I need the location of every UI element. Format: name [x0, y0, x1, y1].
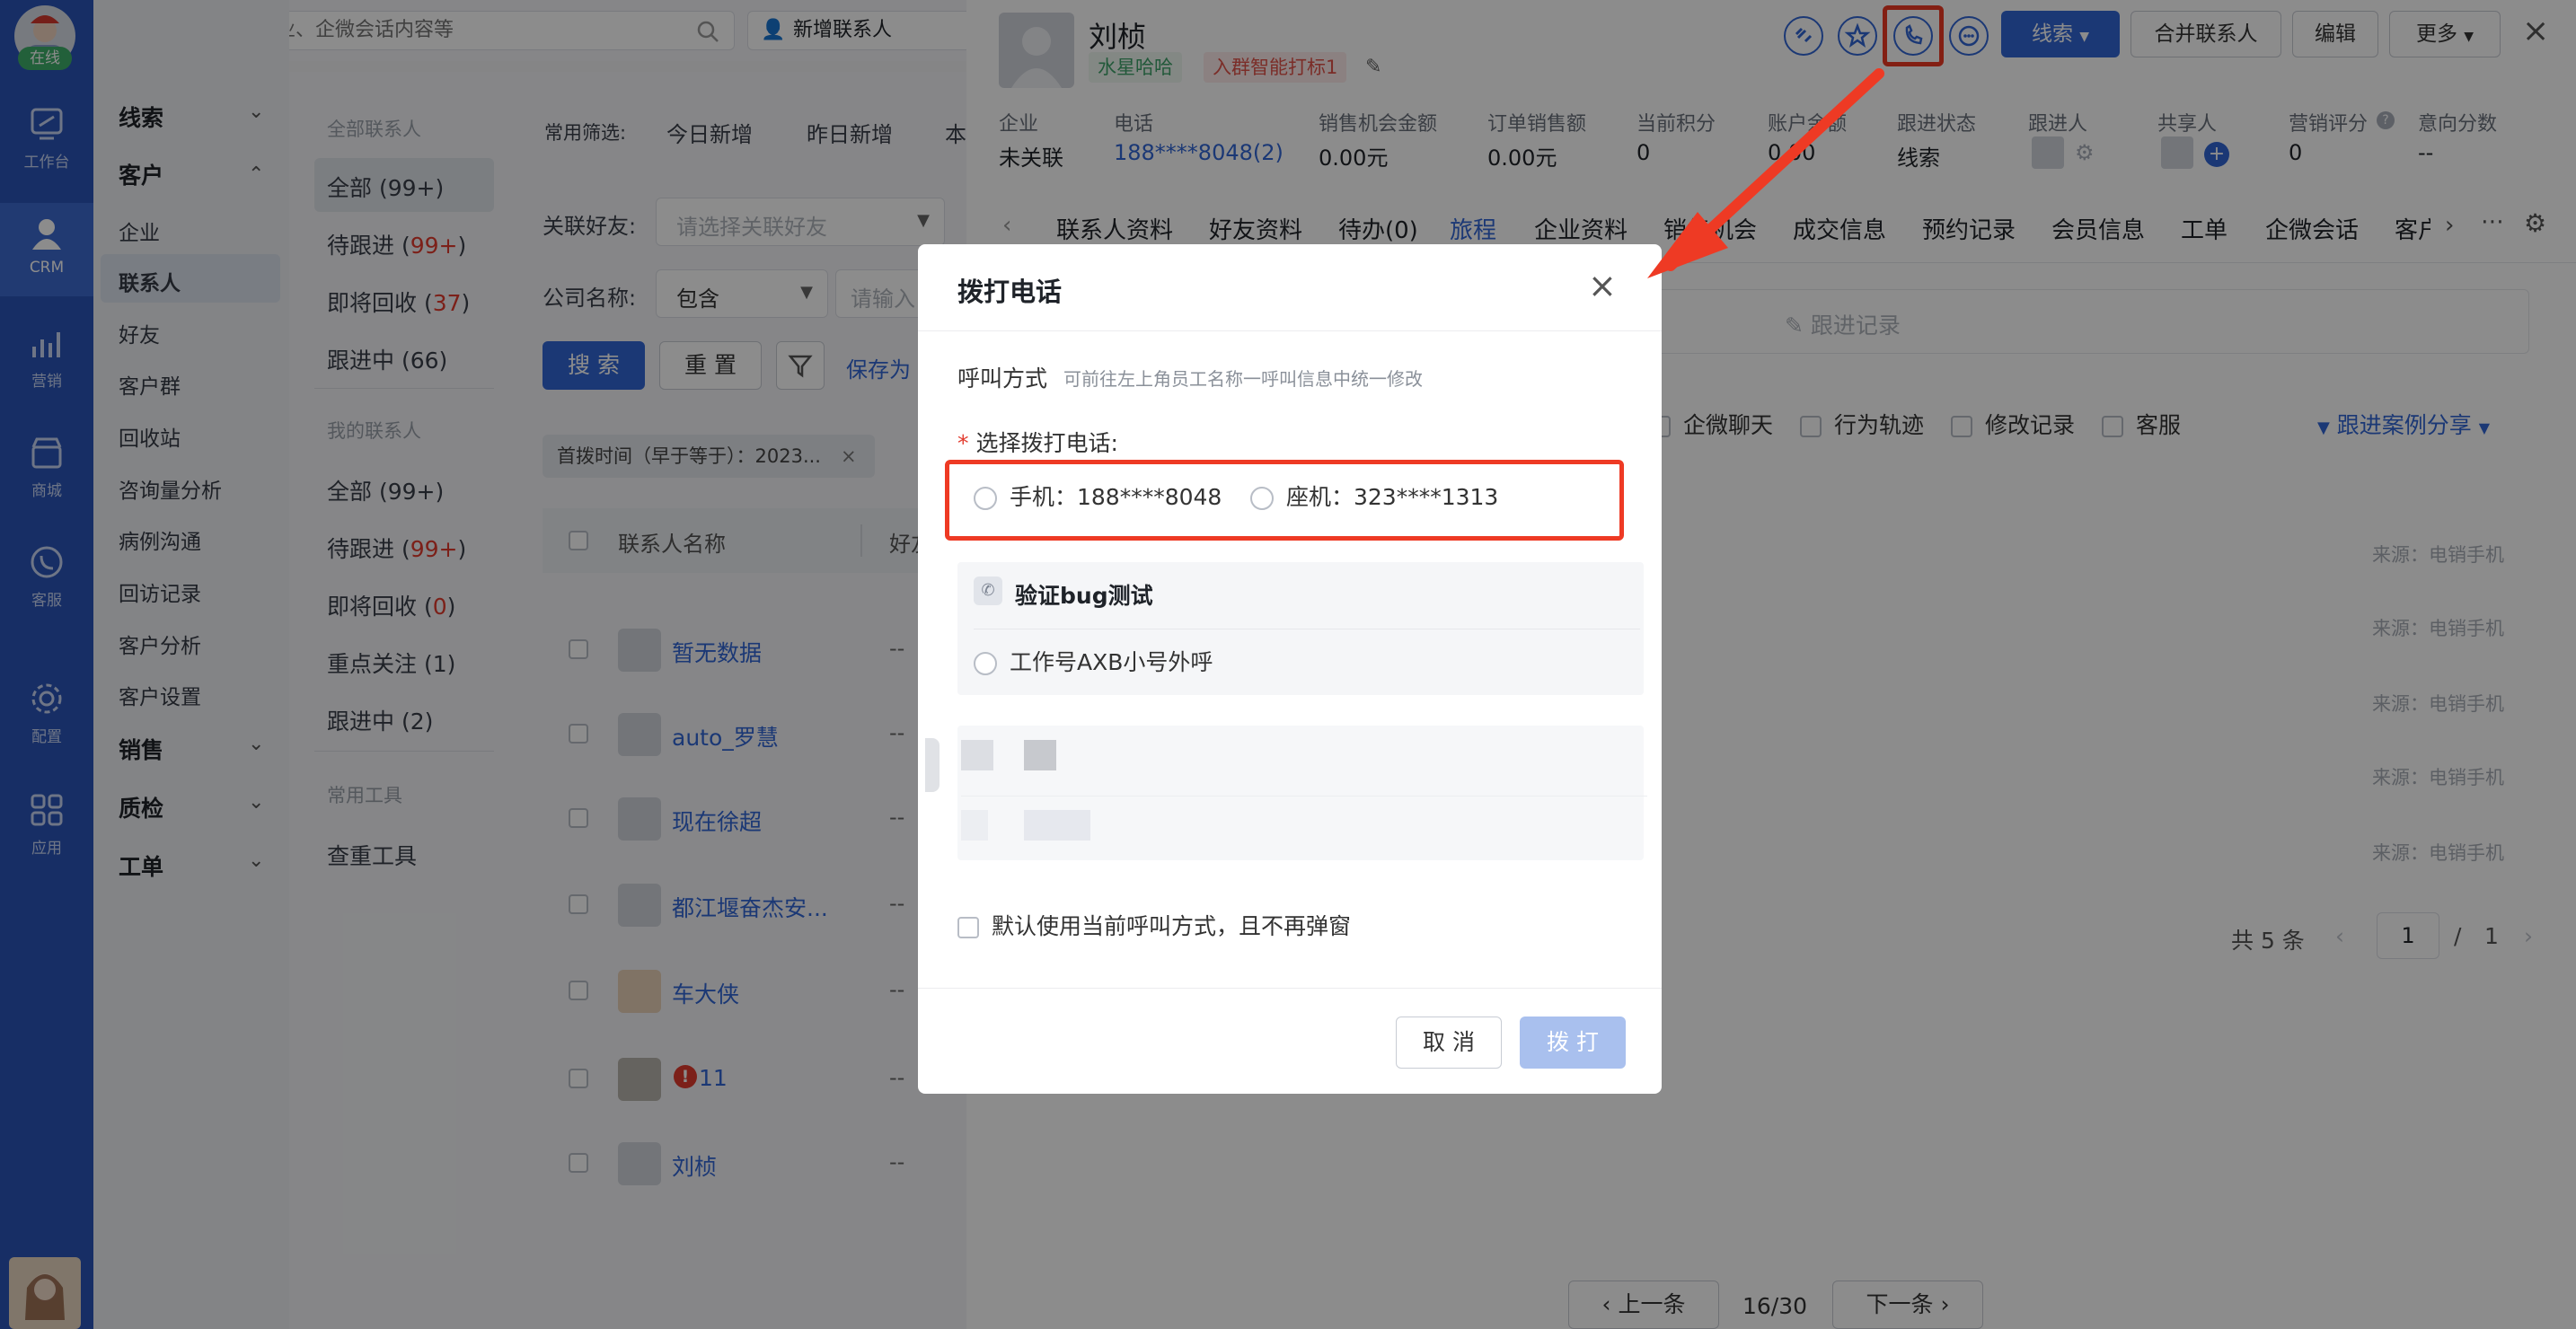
red-arrow-annotation [1647, 68, 1884, 278]
blurred-handle [925, 738, 940, 792]
blurred-block [1024, 810, 1090, 841]
radio-axb[interactable]: 工作号AXB小号外呼 [974, 645, 1213, 677]
highlight-phone-options-box [945, 460, 1624, 541]
blurred-block [961, 810, 988, 841]
divider [918, 988, 1662, 989]
checkbox[interactable] [957, 917, 979, 938]
select-phone-label: * 选择拨打电话: [957, 426, 1118, 458]
close-icon[interactable]: × [1588, 266, 1617, 305]
radio-axb-label: 工作号AXB小号外呼 [1010, 649, 1213, 675]
dialog-title: 拨打电话 [957, 277, 1063, 307]
dial-button[interactable]: 拨 打 [1520, 1017, 1626, 1069]
blurred-block [1024, 740, 1056, 770]
required-mark: * [957, 430, 969, 456]
call-mode-hint: 可前往左上角员工名称一呼叫信息中统一修改 [1063, 368, 1423, 390]
dial-dialog: 拨打电话 × 呼叫方式 可前往左上角员工名称一呼叫信息中统一修改 * 选择拨打电… [918, 244, 1662, 1094]
default-mode-label: 默认使用当前呼叫方式，且不再弹窗 [992, 913, 1352, 939]
divider [918, 330, 1662, 331]
blurred-section [957, 726, 1647, 860]
divider [961, 796, 1647, 797]
call-route-title: 验证bug测试 [1015, 583, 1153, 609]
call-mode-label: 呼叫方式 [957, 365, 1048, 392]
cancel-button[interactable]: 取 消 [1396, 1017, 1502, 1069]
select-phone-text: 选择拨打电话: [975, 430, 1118, 456]
blurred-block [961, 740, 993, 770]
default-mode-checkbox[interactable]: 默认使用当前呼叫方式，且不再弹窗 [957, 909, 1351, 941]
radio-button[interactable] [974, 652, 997, 675]
phone-book-icon: ✆ [974, 576, 1002, 605]
call-route-section: ✆ 验证bug测试 工作号AXB小号外呼 [957, 562, 1644, 695]
